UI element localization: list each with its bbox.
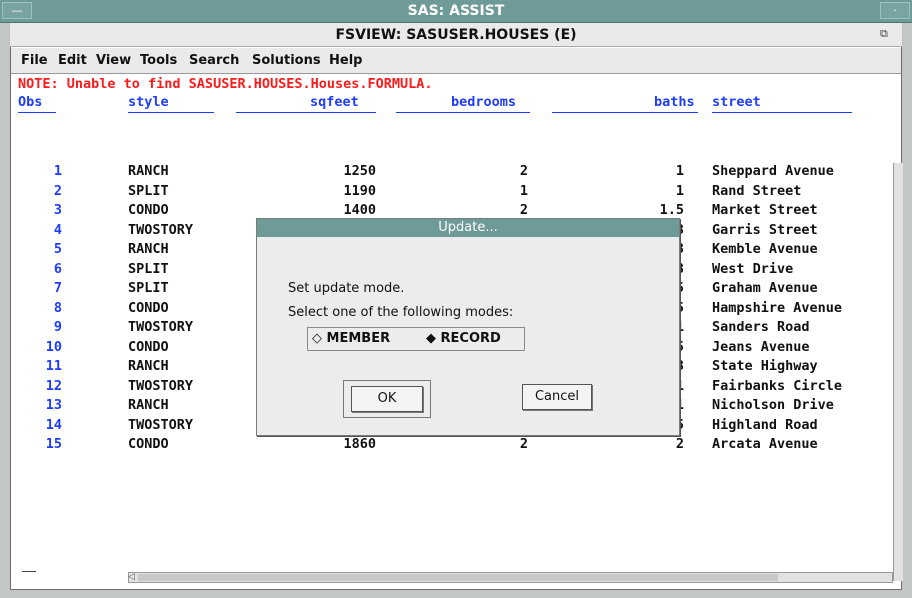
cell-sqfeet[interactable]: 1190 — [236, 183, 376, 199]
cell-obs[interactable]: 11 — [18, 358, 62, 374]
cell-obs[interactable]: 12 — [18, 378, 62, 394]
column-header-bedrooms[interactable]: bedrooms — [451, 94, 516, 110]
member-radio[interactable]: ◇ MEMBER — [312, 327, 390, 351]
record-radio-label: RECORD — [440, 331, 501, 346]
system-menu-button[interactable]: — — [2, 2, 32, 19]
cancel-button[interactable]: Cancel — [522, 384, 592, 410]
cell-style[interactable]: RANCH — [128, 397, 248, 413]
member-radio-label: MEMBER — [326, 331, 391, 346]
cell-street[interactable]: Nicholson Drive — [712, 397, 892, 413]
ok-button[interactable]: OK — [351, 386, 423, 412]
cell-obs[interactable]: 4 — [18, 222, 62, 238]
cell-sqfeet[interactable]: 1860 — [236, 436, 376, 452]
cell-bedrooms[interactable]: 1 — [396, 183, 528, 199]
vertical-scrollbar[interactable] — [893, 163, 903, 581]
menu-tools[interactable]: Tools — [140, 48, 177, 74]
cell-street[interactable]: State Highway — [712, 358, 892, 374]
cell-baths[interactable]: 1 — [552, 163, 684, 179]
scroll-left-icon[interactable]: ◁ — [128, 572, 138, 583]
cell-bedrooms[interactable]: 2 — [396, 163, 528, 179]
cell-style[interactable]: SPLIT — [128, 261, 248, 277]
cell-style[interactable]: TWOSTORY — [128, 417, 248, 433]
cell-bedrooms[interactable]: 2 — [396, 436, 528, 452]
cell-obs[interactable]: 2 — [18, 183, 62, 199]
cell-sqfeet[interactable]: 1400 — [236, 202, 376, 218]
cell-obs[interactable]: 6 — [18, 261, 62, 277]
cell-obs[interactable]: 3 — [18, 202, 62, 218]
cell-baths[interactable]: 1.5 — [552, 202, 684, 218]
header-underline — [128, 112, 214, 113]
cell-style[interactable]: SPLIT — [128, 280, 248, 296]
cell-street[interactable]: Jeans Avenue — [712, 339, 892, 355]
cell-style[interactable]: TWOSTORY — [128, 222, 248, 238]
cell-style[interactable]: CONDO — [128, 202, 248, 218]
update-dialog-title[interactable]: Update... — [257, 219, 679, 237]
cell-street[interactable]: Highland Road — [712, 417, 892, 433]
cell-obs[interactable]: 13 — [18, 397, 62, 413]
cell-style[interactable]: TWOSTORY — [128, 378, 248, 394]
cell-style[interactable]: RANCH — [128, 358, 248, 374]
cell-street[interactable]: Market Street — [712, 202, 892, 218]
header-underline — [552, 112, 698, 113]
header-underline — [712, 112, 852, 113]
frame-marker — [22, 571, 36, 572]
cell-obs[interactable]: 14 — [18, 417, 62, 433]
cell-style[interactable]: CONDO — [128, 436, 248, 452]
cell-street[interactable]: Rand Street — [712, 183, 892, 199]
cell-bedrooms[interactable]: 2 — [396, 202, 528, 218]
column-header-style[interactable]: style — [128, 94, 169, 110]
menu-help[interactable]: Help — [329, 48, 362, 74]
column-header-sqfeet[interactable]: sqfeet — [310, 94, 359, 110]
menu-file[interactable]: File — [21, 48, 48, 74]
column-header-obs[interactable]: Obs — [18, 94, 42, 110]
cell-street[interactable]: Fairbanks Circle — [712, 378, 892, 394]
scroll-up-icon[interactable] — [893, 163, 902, 175]
cell-sqfeet[interactable]: 1250 — [236, 163, 376, 179]
menu-view[interactable]: View — [96, 48, 131, 74]
horizontal-scroll-thumb[interactable] — [138, 574, 778, 581]
header-underline — [236, 112, 376, 113]
cell-baths[interactable]: 1 — [552, 183, 684, 199]
cell-street[interactable]: Sheppard Avenue — [712, 163, 892, 179]
minimize-button[interactable]: · — [880, 2, 910, 19]
menu-search[interactable]: Search — [189, 48, 239, 74]
cell-obs[interactable]: 9 — [18, 319, 62, 335]
cell-obs[interactable]: 8 — [18, 300, 62, 316]
cell-style[interactable]: SPLIT — [128, 183, 248, 199]
menu-edit[interactable]: Edit — [58, 48, 87, 74]
cell-street[interactable]: Hampshire Avenue — [712, 300, 892, 316]
cell-street[interactable]: Kemble Avenue — [712, 241, 892, 257]
cell-street[interactable]: Graham Avenue — [712, 280, 892, 296]
cell-baths[interactable]: 2 — [552, 436, 684, 452]
dialog-instruction: Select one of the following modes: — [288, 305, 514, 320]
cell-street[interactable]: Sanders Road — [712, 319, 892, 335]
radio-unselected-icon: ◇ — [312, 331, 322, 346]
cell-style[interactable]: RANCH — [128, 163, 248, 179]
cell-style[interactable]: CONDO — [128, 339, 248, 355]
column-header-street[interactable]: street — [712, 94, 761, 110]
column-header-baths[interactable]: baths — [654, 94, 695, 110]
dialog-message: Set update mode. — [288, 281, 405, 296]
note-message: NOTE: Unable to find SASUSER.HOUSES.Hous… — [18, 76, 433, 92]
header-underline — [396, 112, 530, 113]
cell-street[interactable]: Arcata Avenue — [712, 436, 892, 452]
cell-obs[interactable]: 5 — [18, 241, 62, 257]
cell-obs[interactable]: 15 — [18, 436, 62, 452]
header-underline — [18, 112, 56, 113]
restore-icon[interactable]: ⧉ — [880, 27, 898, 41]
fsview-window-title: FSVIEW: SASUSER.HOUSES (E) — [335, 27, 577, 43]
cell-obs[interactable]: 1 — [18, 163, 62, 179]
outer-window-title: SAS: ASSIST — [407, 3, 505, 19]
radio-selected-icon: ◆ — [426, 331, 436, 346]
cell-style[interactable]: CONDO — [128, 300, 248, 316]
cell-obs[interactable]: 7 — [18, 280, 62, 296]
cell-style[interactable]: RANCH — [128, 241, 248, 257]
cell-street[interactable]: Garris Street — [712, 222, 892, 238]
record-radio[interactable]: ◆ RECORD — [426, 327, 501, 351]
cell-obs[interactable]: 10 — [18, 339, 62, 355]
cell-style[interactable]: TWOSTORY — [128, 319, 248, 335]
menu-solutions[interactable]: Solutions — [252, 48, 321, 74]
cell-street[interactable]: West Drive — [712, 261, 892, 277]
